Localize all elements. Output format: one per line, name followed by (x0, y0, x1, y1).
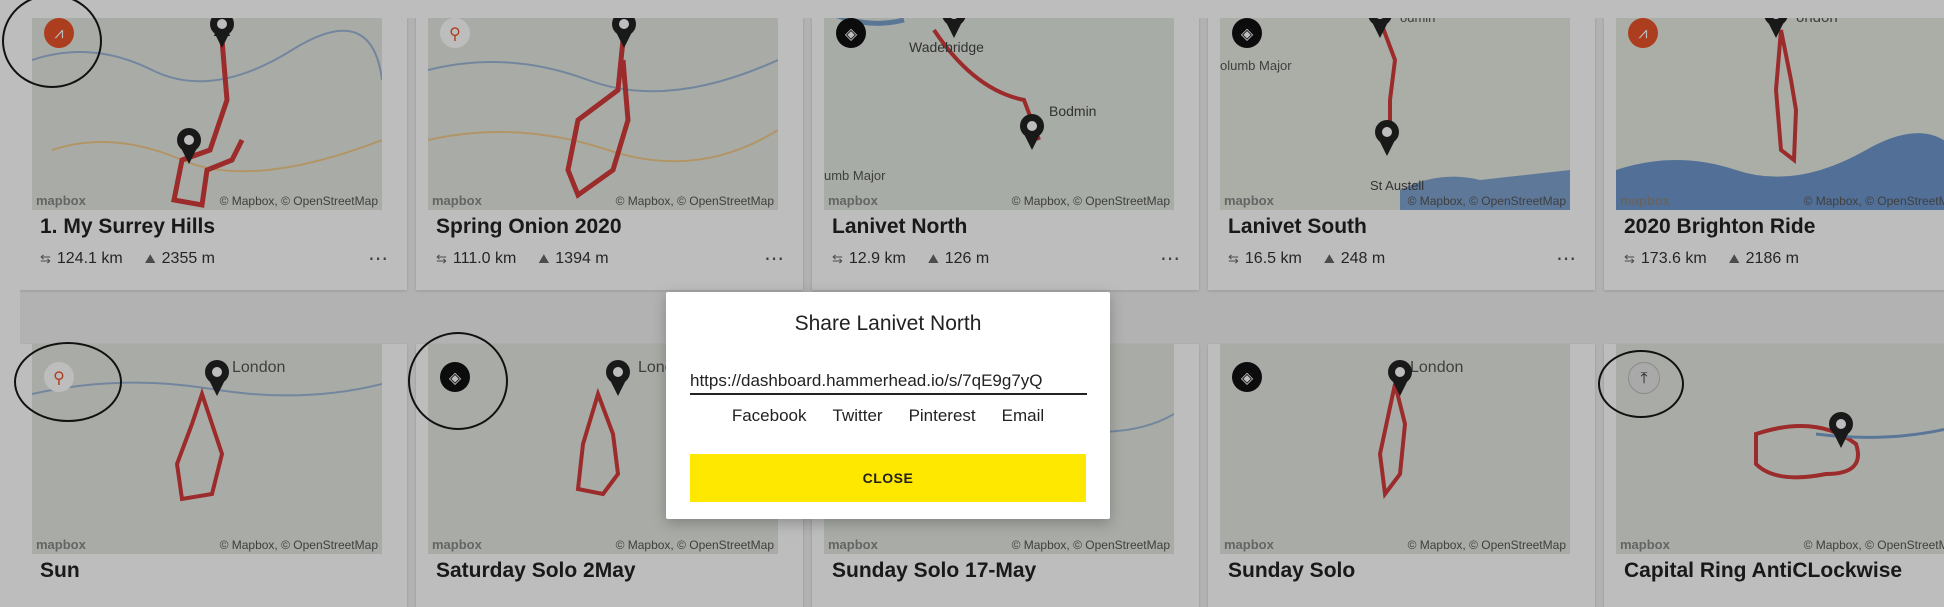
close-button[interactable]: CLOSE (690, 454, 1086, 502)
annotation-circle (408, 332, 508, 430)
dialog-title: Share Lanivet North (794, 312, 982, 335)
share-url-field[interactable] (690, 369, 1087, 395)
share-facebook-link[interactable]: Facebook (732, 406, 807, 426)
annotation-circle (1598, 350, 1684, 418)
share-dialog: Share Lanivet North Facebook Twitter Pin… (666, 292, 1110, 519)
share-email-link[interactable]: Email (1002, 406, 1045, 426)
share-twitter-link[interactable]: Twitter (833, 406, 883, 426)
share-links: Facebook Twitter Pinterest Email (666, 406, 1110, 426)
annotation-circle (14, 342, 122, 422)
share-pinterest-link[interactable]: Pinterest (909, 406, 976, 426)
